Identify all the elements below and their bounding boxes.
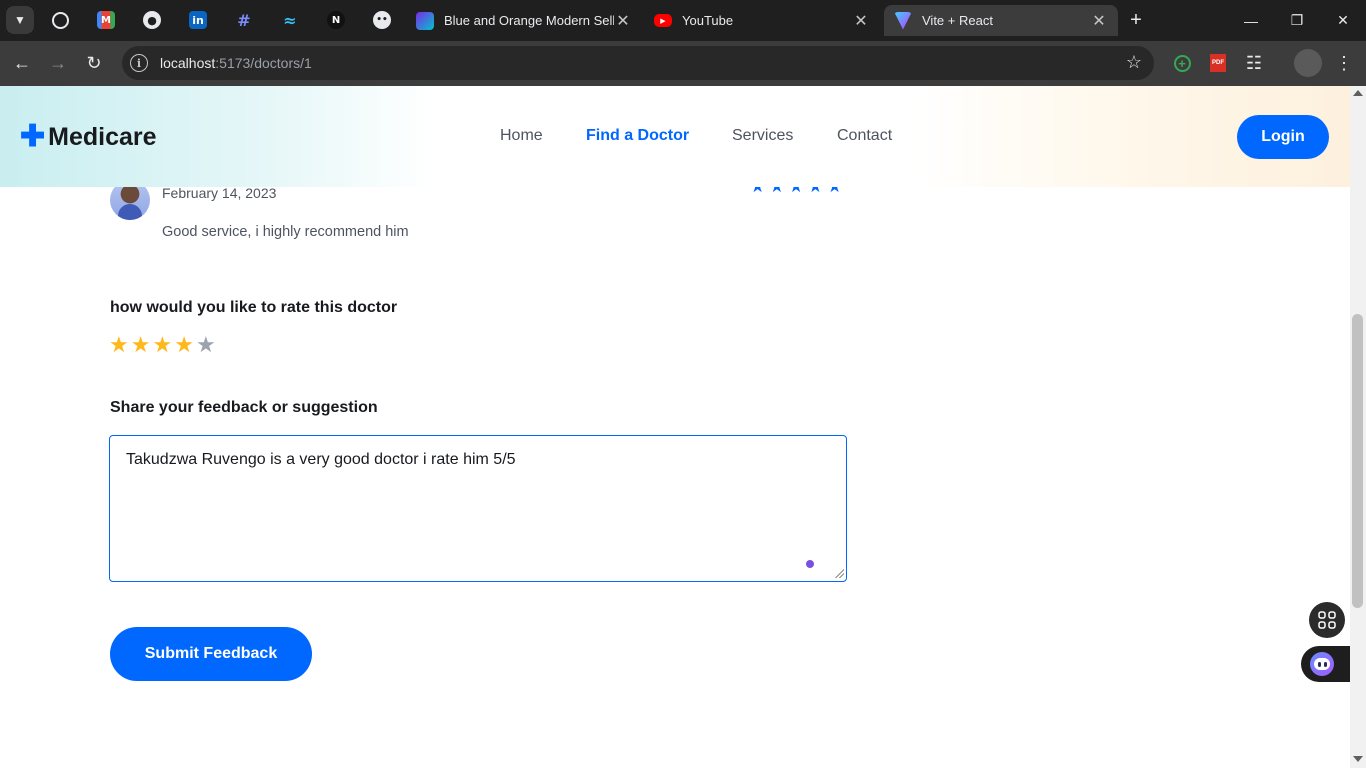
pinned-tab-chat[interactable]: •• — [360, 4, 404, 36]
rating-star-4-icon[interactable]: ★ — [174, 334, 194, 356]
feedback-textarea[interactable] — [109, 435, 847, 582]
grammar-assist-icon[interactable] — [806, 560, 814, 568]
nav-home[interactable]: Home — [500, 127, 543, 145]
whatsapp-icon — [51, 11, 69, 29]
rating-star-1-icon[interactable]: ★ — [109, 334, 129, 356]
tailwind-icon: ≈ — [283, 10, 297, 30]
scrollbar-thumb[interactable] — [1352, 314, 1363, 608]
rating-star-3-icon[interactable]: ★ — [152, 334, 172, 356]
close-tab-icon[interactable]: ✕ — [614, 11, 632, 31]
profile-avatar[interactable] — [1294, 49, 1322, 77]
site-header: ✚ Medicare Home Find a Doctor Services C… — [0, 86, 1350, 187]
tab-canva[interactable]: Blue and Orange Modern Selling ✕ — [406, 5, 642, 36]
rating-star-5-icon[interactable]: ★ — [196, 334, 216, 356]
pinned-tab-linkedin[interactable]: in — [176, 4, 220, 36]
medical-plus-icon: ✚ — [20, 120, 46, 153]
url-path: :5173/doctors/1 — [215, 55, 312, 71]
assistant-bot-icon — [1310, 652, 1334, 676]
pinned-tab-whatsapp[interactable] — [38, 4, 82, 36]
close-window-button[interactable]: ✕ — [1320, 0, 1366, 41]
rating-star-2-icon[interactable]: ★ — [131, 334, 151, 356]
url-text: localhost:5173/doctors/1 — [160, 55, 312, 71]
scroll-up-arrow-icon[interactable] — [1353, 90, 1363, 96]
notion-icon: N — [327, 11, 345, 29]
bookmark-star-icon[interactable]: ☆ — [1126, 52, 1142, 73]
extensions-puzzle-icon[interactable]: ☷ — [1242, 51, 1266, 75]
review-text: Good service, i highly recommend him — [162, 224, 409, 240]
submit-feedback-button[interactable]: Submit Feedback — [110, 627, 312, 681]
site-logo[interactable]: ✚ Medicare — [20, 122, 157, 152]
vite-icon — [894, 11, 912, 30]
tab-title: YouTube — [682, 13, 734, 28]
linkedin-icon: in — [189, 11, 207, 29]
restore-button[interactable]: ❐ — [1274, 0, 1320, 41]
close-tab-icon[interactable]: ✕ — [852, 11, 870, 31]
rating-heading: how would you like to rate this doctor — [110, 299, 398, 316]
minimize-button[interactable]: — — [1228, 0, 1274, 41]
tab-title: Vite + React — [922, 13, 993, 28]
gmail-icon: M — [97, 11, 115, 29]
browser-menu-icon[interactable]: ⋮ — [1332, 51, 1356, 75]
github-icon: ● — [143, 11, 161, 29]
tab-youtube[interactable]: ▶ YouTube ✕ — [644, 5, 880, 36]
logo-text: Medicare — [48, 122, 157, 151]
grid-icon — [1318, 611, 1336, 629]
tab-vite-react[interactable]: Vite + React ✕ — [884, 5, 1118, 36]
textarea-resize-handle[interactable] — [834, 568, 844, 578]
youtube-icon: ▶ — [654, 14, 672, 27]
nav-find-a-doctor[interactable]: Find a Doctor — [586, 127, 689, 145]
browser-tab-bar: ▼ M ● in # ≈ N •• Blue and Orange Modern… — [0, 0, 1366, 41]
site-info-icon[interactable]: i — [130, 54, 148, 72]
pinned-tab-gmail[interactable]: M — [84, 4, 128, 36]
hashtag-icon: # — [237, 10, 251, 30]
review-date: February 14, 2023 — [162, 185, 277, 201]
tab-title: Blue and Orange Modern Selling — [444, 13, 614, 28]
tab-search-button[interactable]: ▼ — [6, 6, 34, 34]
reload-button[interactable]: ↻ — [80, 49, 108, 77]
page-viewport: ✚ Medicare Home Find a Doctor Services C… — [0, 86, 1350, 768]
pinned-tab-notion[interactable]: N — [314, 4, 358, 36]
forward-button[interactable]: → — [44, 49, 72, 77]
floating-apps-button[interactable] — [1309, 602, 1345, 638]
feedback-heading: Share your feedback or suggestion — [110, 399, 378, 416]
browser-toolbar: ← → ↻ i localhost:5173/doctors/1 ☆ + PDF… — [0, 41, 1366, 86]
pdf-extension-icon[interactable]: PDF — [1206, 51, 1230, 75]
scroll-down-arrow-icon[interactable] — [1353, 756, 1363, 762]
back-button[interactable]: ← — [8, 49, 36, 77]
pinned-tab-hashtag[interactable]: # — [222, 4, 266, 36]
pinned-tab-tailwind[interactable]: ≈ — [268, 4, 312, 36]
floating-assistant-button[interactable] — [1301, 646, 1350, 682]
canva-icon — [416, 11, 434, 30]
url-host: localhost — [160, 55, 216, 71]
nav-contact[interactable]: Contact — [837, 127, 892, 145]
new-tab-button[interactable]: + — [1124, 8, 1148, 32]
chat-icon: •• — [373, 11, 391, 29]
extension-add-icon[interactable]: + — [1170, 51, 1194, 75]
pinned-tab-github[interactable]: ● — [130, 4, 174, 36]
login-button[interactable]: Login — [1237, 115, 1329, 159]
address-bar[interactable]: i localhost:5173/doctors/1 ☆ — [122, 46, 1154, 80]
nav-services[interactable]: Services — [732, 127, 793, 145]
close-tab-icon[interactable]: ✕ — [1090, 11, 1108, 31]
page-scrollbar[interactable] — [1350, 86, 1366, 768]
rating-input: ★ ★ ★ ★ ★ — [109, 334, 216, 356]
